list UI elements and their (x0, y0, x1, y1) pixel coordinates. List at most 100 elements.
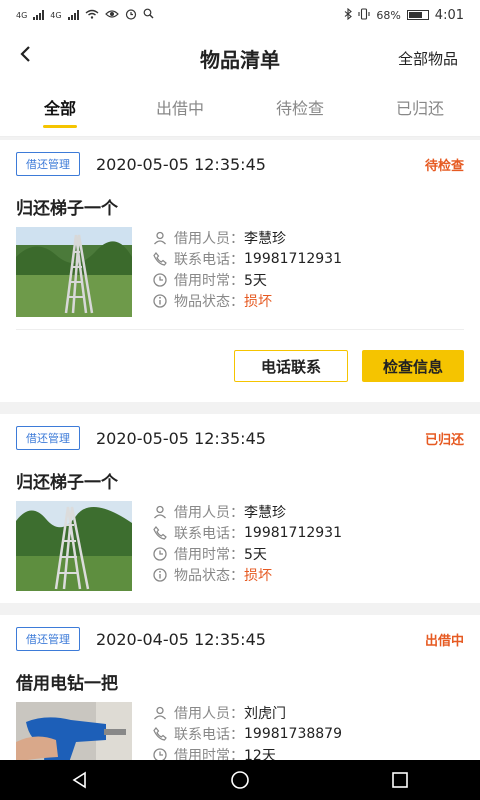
bluetooth-icon (344, 7, 353, 23)
card-actions: 电话联系 检查信息 (16, 330, 464, 402)
info-icon (152, 567, 168, 583)
item-card[interactable]: 借还管理 2020-05-05 12:35:45 已归还 归还梯子一个 借用人员… (0, 414, 480, 603)
state-label: 物品状态： (174, 293, 244, 310)
clock-icon (152, 747, 168, 760)
phone-label: 联系电话： (174, 251, 244, 268)
card-time: 2020-05-05 12:35:45 (96, 428, 266, 448)
user-icon (152, 504, 168, 520)
check-info-button[interactable]: 检查信息 (362, 350, 464, 382)
item-title: 归还梯子一个 (16, 473, 118, 493)
duration-value: 5天 (244, 546, 267, 563)
item-info: 借用人员： 李慧珍 联系电话： 19981712931 借用时常： 5天 物品状… (152, 501, 342, 591)
ladder-photo (16, 501, 132, 591)
user-icon (152, 230, 168, 246)
item-card[interactable]: 借还管理 2020-04-05 12:35:45 出借中 借用电钻一把 借用人员… (0, 615, 480, 760)
item-list[interactable]: 借还管理 2020-05-05 12:35:45 待检查 归还梯子一个 借用人员… (0, 140, 480, 760)
tab-all[interactable]: 全部 (0, 86, 120, 136)
phone-row: 联系电话： 19981712931 (152, 522, 342, 543)
borrower-value: 李慧珍 (244, 504, 286, 521)
state-row: 物品状态： 损坏 (152, 564, 342, 585)
tab-pending-check[interactable]: 待检查 (240, 86, 360, 136)
borrower-row: 借用人员： 李慧珍 (152, 501, 342, 522)
borrower-label: 借用人员： (174, 705, 244, 722)
all-items-link[interactable]: 全部物品 (398, 48, 458, 69)
battery-icon (406, 10, 429, 20)
home-nav-button[interactable] (220, 765, 260, 795)
state-value: 损坏 (244, 567, 272, 584)
tab-label: 出借中 (155, 99, 204, 118)
signal-icon-2 (67, 10, 79, 20)
circle-home-icon (231, 771, 249, 789)
status-label: 出借中 (424, 633, 464, 649)
eye-icon (104, 9, 119, 22)
phone-icon (152, 726, 168, 742)
duration-row: 借用时常： 5天 (152, 269, 342, 290)
status-left: 4G 4G (16, 8, 154, 23)
category-badge: 借还管理 (16, 627, 80, 651)
search-icon (143, 8, 154, 22)
borrower-row: 借用人员： 刘虎门 (152, 702, 342, 723)
status-label: 待检查 (424, 158, 464, 174)
back-nav-button[interactable] (60, 765, 100, 795)
network-label-2: 4G (50, 10, 62, 20)
back-button[interactable] (18, 42, 48, 72)
phone-value: 19981738879 (244, 725, 342, 742)
signal-icon (33, 10, 45, 20)
phone-icon (152, 525, 168, 541)
info-icon (152, 293, 168, 309)
borrower-row: 借用人员： 李慧珍 (152, 227, 342, 248)
tab-label: 已归还 (395, 99, 444, 118)
clock-icon (152, 546, 168, 562)
item-title: 归还梯子一个 (16, 199, 118, 219)
clock-time: 4:01 (434, 7, 464, 23)
tab-label: 待检查 (275, 99, 324, 118)
duration-label: 借用时常： (174, 272, 244, 289)
square-recents-icon (392, 772, 408, 788)
recents-nav-button[interactable] (380, 765, 420, 795)
wifi-icon (85, 9, 99, 22)
phone-icon (152, 251, 168, 267)
duration-row: 借用时常： 5天 (152, 543, 342, 564)
phone-row: 联系电话： 19981738879 (152, 723, 342, 744)
phone-label: 联系电话： (174, 525, 244, 542)
app-header: 物品清单 全部物品 (0, 30, 480, 86)
card-time: 2020-04-05 12:35:45 (96, 629, 266, 649)
vibrate-icon (358, 7, 370, 23)
duration-row: 借用时常： 12天 (152, 744, 342, 760)
duration-value: 5天 (244, 272, 267, 289)
duration-label: 借用时常： (174, 546, 244, 563)
tab-label: 全部 (43, 99, 76, 118)
tab-active-indicator (43, 125, 77, 128)
system-nav-bar (0, 760, 480, 800)
phone-value: 19981712931 (244, 524, 342, 541)
borrower-value: 李慧珍 (244, 230, 286, 247)
tab-lending[interactable]: 出借中 (120, 86, 240, 136)
tab-bar: 全部 出借中 待检查 已归还 (0, 86, 480, 137)
phone-value: 19981712931 (244, 250, 342, 267)
page-title: 物品清单 (200, 47, 280, 72)
alarm-icon (125, 8, 137, 23)
phone-row: 联系电话： 19981712931 (152, 248, 342, 269)
phone-label: 联系电话： (174, 726, 244, 743)
item-info: 借用人员： 李慧珍 联系电话： 19981712931 借用时常： 5天 物品状… (152, 227, 342, 317)
state-row: 物品状态： 损坏 (152, 290, 342, 311)
state-label: 物品状态： (174, 567, 244, 584)
user-icon (152, 705, 168, 721)
category-badge: 借还管理 (16, 152, 80, 176)
borrower-label: 借用人员： (174, 230, 244, 247)
item-card[interactable]: 借还管理 2020-05-05 12:35:45 待检查 归还梯子一个 借用人员… (0, 140, 480, 402)
duration-value: 12天 (244, 747, 276, 761)
state-value: 损坏 (244, 293, 272, 310)
call-contact-button[interactable]: 电话联系 (234, 350, 348, 382)
item-title: 借用电钻一把 (16, 674, 118, 694)
tab-returned[interactable]: 已归还 (360, 86, 480, 136)
item-info: 借用人员： 刘虎门 联系电话： 19981738879 借用时常： 12天 物品… (152, 702, 342, 760)
battery-percent: 68% (376, 8, 401, 22)
duration-label: 借用时常： (174, 747, 244, 761)
triangle-back-icon (72, 771, 86, 789)
card-time: 2020-05-05 12:35:45 (96, 154, 266, 174)
ladder-photo (16, 227, 132, 317)
clock-icon (152, 272, 168, 288)
borrower-value: 刘虎门 (244, 705, 286, 722)
network-label-1: 4G (16, 10, 28, 20)
